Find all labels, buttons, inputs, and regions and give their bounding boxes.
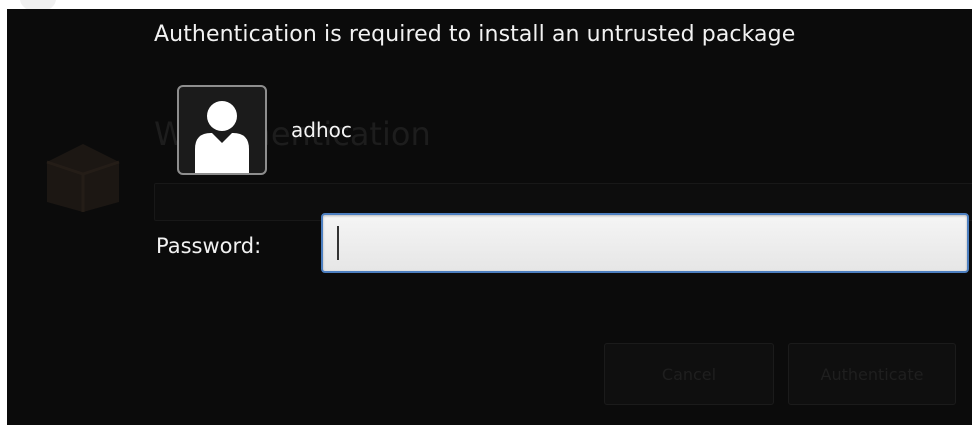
screen: W Authentication Cancel Authenticate Aut…	[0, 0, 972, 436]
package-icon	[46, 144, 120, 212]
auth-message: Authentication is required to install an…	[154, 22, 796, 47]
cancel-button[interactable]: Cancel	[604, 343, 774, 405]
avatar	[177, 85, 267, 175]
password-label: Password:	[156, 234, 262, 258]
username-label: adhoc	[291, 118, 352, 142]
user-avatar-icon	[195, 101, 249, 173]
authenticate-button[interactable]: Authenticate	[788, 343, 956, 405]
password-input[interactable]	[321, 213, 969, 273]
authentication-dialog: W Authentication Cancel Authenticate Aut…	[7, 9, 972, 425]
